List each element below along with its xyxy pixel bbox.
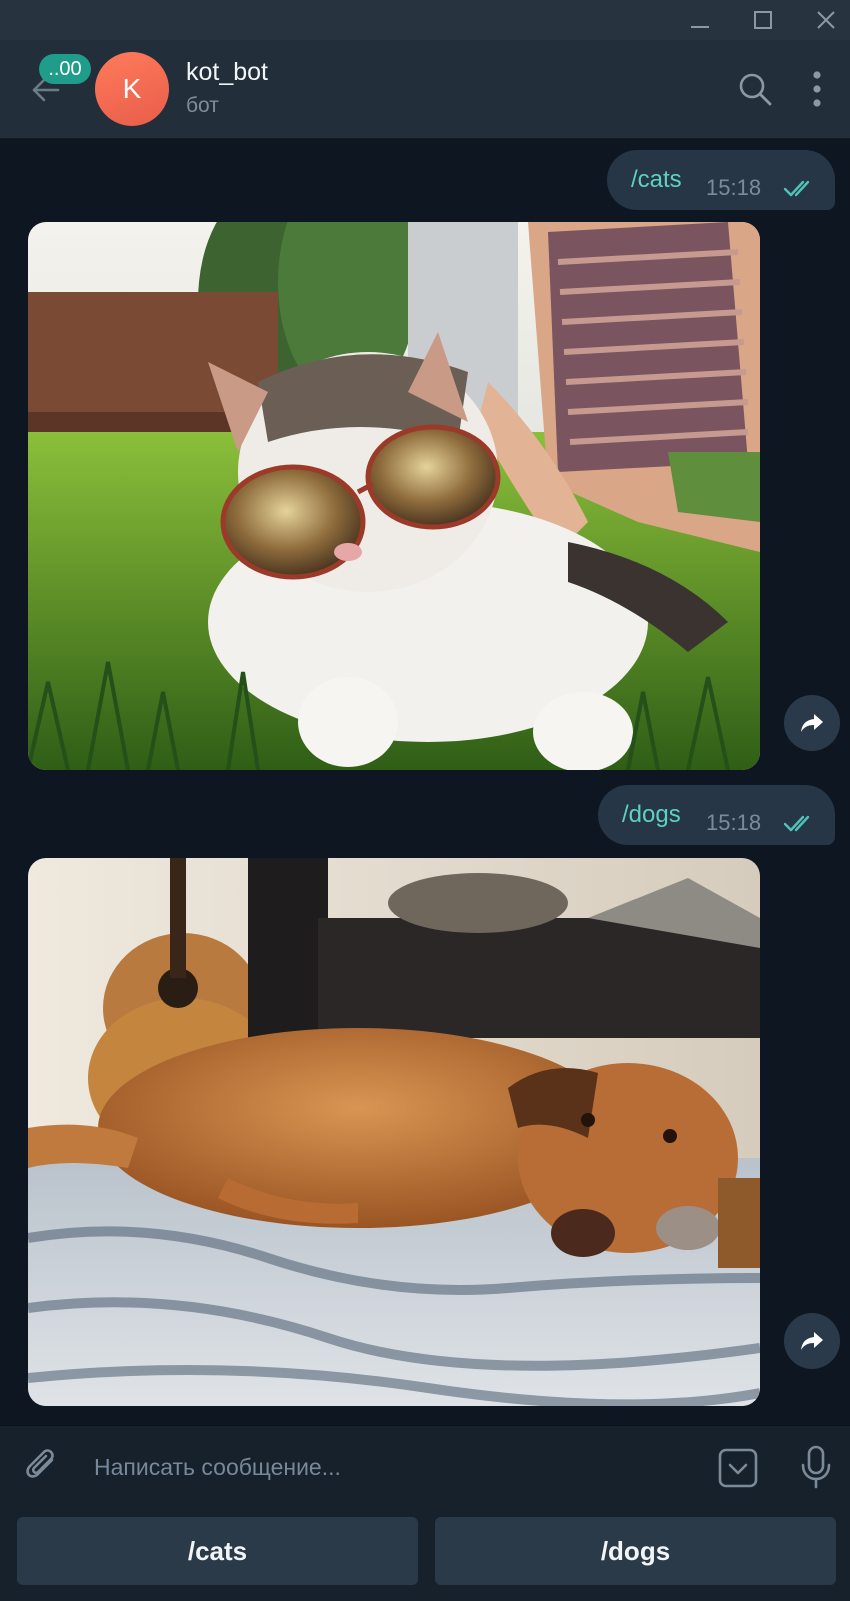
bot-keyboard-toggle[interactable] — [716, 1446, 760, 1490]
chat-header: ..00 K kot_bot бот — [0, 40, 850, 139]
chat-status: бот — [186, 94, 219, 117]
avatar[interactable]: K — [95, 52, 169, 126]
cat-photo-image — [28, 222, 760, 770]
command-link[interactable]: /dogs — [622, 801, 681, 829]
voice-message-button[interactable] — [796, 1444, 836, 1490]
more-vertical-icon — [813, 71, 821, 107]
close-window-button[interactable] — [796, 0, 850, 40]
message-time: 15:18 — [706, 175, 762, 200]
bot-button-cats[interactable]: /cats — [17, 1517, 418, 1585]
message-list[interactable]: /cats 15:18 /dogs 15:18 — [0, 139, 850, 1425]
keyboard-toggle-icon — [718, 1448, 758, 1488]
forward-button[interactable] — [784, 1313, 840, 1369]
dog-photo-image — [28, 858, 760, 1406]
maximize-icon — [754, 11, 772, 29]
message-time: 15:18 — [706, 810, 762, 835]
close-icon — [817, 11, 835, 29]
search-icon — [739, 73, 772, 106]
cat-photo[interactable] — [28, 222, 760, 770]
command-link[interactable]: /cats — [631, 166, 682, 194]
dog-photo[interactable] — [28, 858, 760, 1406]
unread-count-badge: ..00 — [39, 54, 91, 84]
maximize-button[interactable] — [733, 0, 793, 40]
window-titlebar — [0, 0, 850, 40]
paperclip-icon — [26, 1449, 54, 1478]
bot-reply-keyboard: /cats /dogs — [0, 1507, 850, 1601]
share-icon — [801, 1332, 823, 1350]
minimize-button[interactable] — [670, 0, 730, 40]
forward-button[interactable] — [784, 695, 840, 751]
microphone-icon — [801, 1445, 831, 1489]
search-button[interactable] — [734, 68, 776, 110]
outgoing-message[interactable]: /cats 15:18 — [607, 150, 835, 210]
message-input[interactable] — [92, 1444, 686, 1490]
message-composer — [0, 1425, 850, 1508]
more-menu-button[interactable] — [800, 68, 834, 110]
double-check-icon — [783, 180, 810, 197]
outgoing-message[interactable]: /dogs 15:18 — [598, 785, 835, 845]
double-check-icon — [783, 815, 810, 832]
attach-button[interactable] — [22, 1446, 64, 1488]
share-icon — [801, 714, 823, 732]
minimize-icon — [691, 26, 709, 28]
chat-title[interactable]: kot_bot — [186, 58, 268, 87]
bot-button-dogs[interactable]: /dogs — [435, 1517, 836, 1585]
